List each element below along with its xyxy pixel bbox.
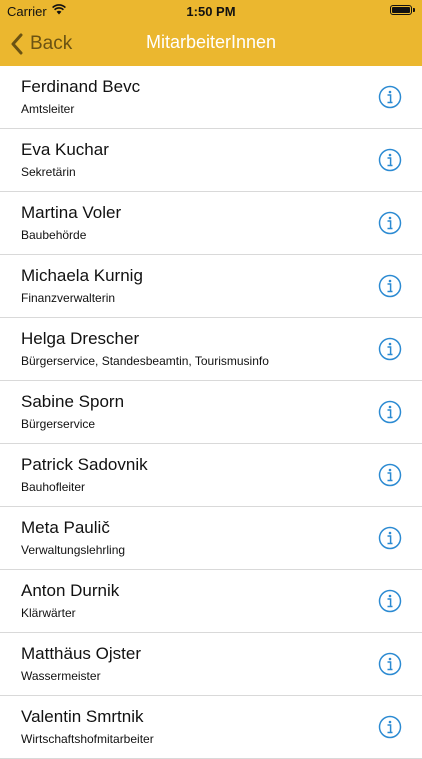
list-item[interactable]: Meta Paulič Verwaltungslehrling <box>0 507 422 570</box>
employee-role: Klärwärter <box>21 606 76 620</box>
info-icon[interactable] <box>378 652 402 676</box>
employee-role: Baubehörde <box>21 228 87 242</box>
info-icon[interactable] <box>378 148 402 172</box>
employee-list: Ferdinand Bevc Amtsleiter Eva Kuchar Sek… <box>0 66 422 759</box>
employee-role: Finanzverwalterin <box>21 291 116 305</box>
employee-role: Wirtschaftshofmitarbeiter <box>21 732 154 746</box>
list-item[interactable]: Helga Drescher Bürgerservice, Standesbea… <box>0 318 422 381</box>
employee-name: Ferdinand Bevc <box>21 77 141 96</box>
clock: 1:50 PM <box>186 4 236 19</box>
employee-name: Patrick Sadovnik <box>21 455 148 474</box>
list-item[interactable]: Michaela Kurnig Finanzverwalterin <box>0 255 422 318</box>
navigation-header: Carrier 1:50 PM Back MitarbeiterInnen <box>0 0 422 66</box>
employee-name: Meta Paulič <box>21 518 110 537</box>
employee-role: Bauhofleiter <box>21 480 86 494</box>
list-item[interactable]: Martina Voler Baubehörde <box>0 192 422 255</box>
info-icon[interactable] <box>378 526 402 550</box>
employee-name: Helga Drescher <box>21 329 140 348</box>
info-icon[interactable] <box>378 274 402 298</box>
info-icon[interactable] <box>378 589 402 613</box>
info-icon[interactable] <box>378 85 402 109</box>
list-item[interactable]: Eva Kuchar Sekretärin <box>0 129 422 192</box>
info-icon[interactable] <box>378 211 402 235</box>
page-title: MitarbeiterInnen <box>145 32 277 52</box>
list-item[interactable]: Anton Durnik Klärwärter <box>0 570 422 633</box>
employee-role: Verwaltungslehrling <box>21 543 126 557</box>
employee-role: Bürgerservice <box>21 417 96 431</box>
employee-role: Amtsleiter <box>21 102 75 116</box>
employee-name: Michaela Kurnig <box>21 266 143 285</box>
list-item[interactable]: Sabine Sporn Bürgerservice <box>0 381 422 444</box>
employee-name: Matthäus Ojster <box>21 644 141 663</box>
info-icon[interactable] <box>378 337 402 361</box>
employee-name: Valentin Smrtnik <box>21 707 144 726</box>
battery-icon <box>390 5 415 15</box>
employee-role: Wassermeister <box>21 669 101 683</box>
list-item[interactable]: Matthäus Ojster Wassermeister <box>0 633 422 696</box>
list-item[interactable]: Ferdinand Bevc Amtsleiter <box>0 66 422 129</box>
nav-bar: Back MitarbeiterInnen <box>0 22 422 66</box>
employee-name: Martina Voler <box>21 203 122 222</box>
info-icon[interactable] <box>378 463 402 487</box>
employee-role: Sekretärin <box>21 165 76 179</box>
employee-name: Eva Kuchar <box>21 140 109 159</box>
list-item[interactable]: Patrick Sadovnik Bauhofleiter <box>0 444 422 507</box>
info-icon[interactable] <box>378 715 402 739</box>
info-icon[interactable] <box>378 400 402 424</box>
status-bar: Carrier 1:50 PM <box>0 0 422 22</box>
employee-name: Sabine Sporn <box>21 392 125 411</box>
employee-name: Anton Durnik <box>21 581 120 600</box>
employee-role: Bürgerservice, Standesbeamtin, Tourismus… <box>21 354 269 368</box>
